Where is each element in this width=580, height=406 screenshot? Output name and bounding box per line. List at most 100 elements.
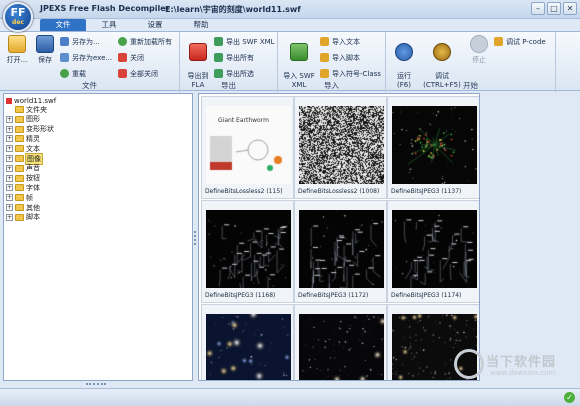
close-file-button[interactable]: 关闭 — [118, 52, 144, 63]
expand-icon[interactable]: + — [6, 204, 13, 211]
save-as-exe-label: 另存为exe... — [72, 53, 112, 63]
app-logo[interactable]: FF dec — [3, 2, 33, 32]
import-script-icon — [320, 53, 329, 62]
minimize-button[interactable]: – — [531, 2, 545, 15]
tree-item[interactable]: + 变形形状 — [6, 125, 54, 134]
vertical-splitter[interactable] — [193, 93, 197, 381]
folder-icon — [15, 165, 24, 172]
thumbnail-image — [299, 106, 384, 184]
tree-item[interactable]: + 帧 — [6, 193, 33, 202]
tree-item[interactable]: + 图像 — [6, 154, 42, 163]
maximize-icon: □ — [550, 4, 558, 13]
expand-icon[interactable]: + — [6, 126, 13, 133]
tree-item[interactable]: + 按钮 — [6, 174, 40, 183]
tree-item[interactable]: + 声音 — [6, 164, 40, 173]
resource-tree[interactable]: world11.swf +文件夹+图形+变形形状+精灵+文本+图像+声音+按钮+… — [3, 93, 193, 381]
thumbnail-cell[interactable]: DefineBitsJPEG3 (1137) — [387, 96, 480, 199]
reload-all-button[interactable]: 重新加载所有 — [118, 36, 172, 47]
open-button[interactable]: 打开... — [4, 35, 30, 65]
tree-item[interactable]: + 图形 — [6, 115, 40, 124]
tree-item-label: 按钮 — [26, 173, 40, 183]
tree-item-label: 字体 — [26, 183, 40, 193]
horizontal-splitter-grip[interactable] — [86, 383, 106, 385]
close-all-button[interactable]: 全部关闭 — [118, 68, 158, 79]
reload-all-label: 重新加载所有 — [130, 37, 172, 47]
maximize-button[interactable]: □ — [547, 2, 561, 15]
export-selected-label: 导出所选 — [226, 69, 254, 79]
export-all-icon — [214, 53, 223, 62]
tree-item-label: 文件夹 — [26, 105, 47, 115]
save-button[interactable]: 保存 — [34, 35, 56, 65]
reload-all-icon — [118, 37, 127, 46]
import-script-button[interactable]: 导入脚本 — [320, 52, 360, 63]
debug-pcode-icon — [494, 37, 503, 46]
expand-icon[interactable]: + — [6, 214, 13, 221]
tree-item[interactable]: + 字体 — [6, 183, 40, 192]
save-as-icon — [60, 37, 69, 46]
expand-icon[interactable]: + — [6, 184, 13, 191]
thumbnail-cell[interactable]: DefineBitsLossless2 (1008) — [294, 96, 387, 199]
tab-file[interactable]: 文件 — [40, 19, 86, 31]
thumbnail-cell[interactable]: Giant Earthworm DefineBitsLossless2 (115) — [201, 96, 294, 199]
save-as-label: 另存为... — [72, 37, 100, 47]
thumbnail-cell[interactable] — [201, 304, 294, 381]
reload-icon — [60, 69, 69, 78]
expand-icon[interactable]: + — [6, 116, 13, 123]
folder-icon — [15, 145, 24, 152]
swf-file-icon — [6, 98, 12, 104]
expand-icon[interactable]: + — [6, 155, 13, 162]
save-as-button[interactable]: 另存为... — [60, 36, 100, 47]
tab-settings[interactable]: 设置 — [132, 19, 178, 31]
thumbnail-caption: DefineBitsJPEG3 (1174) — [391, 292, 461, 299]
expand-icon[interactable]: + — [6, 194, 13, 201]
import-symbol-class-label: 导入符号-Class — [332, 69, 381, 79]
expand-icon[interactable]: + — [6, 175, 13, 182]
tree-item[interactable]: + 其他 — [6, 203, 40, 212]
play-icon — [395, 43, 413, 61]
thumbnail-cell[interactable]: DefineBitsJPEG3 (1172) — [294, 200, 387, 303]
status-bar: ✓ — [0, 388, 580, 406]
thumbnail-cell[interactable] — [294, 304, 387, 381]
close-button[interactable]: ✕ — [563, 2, 577, 15]
tree-item[interactable]: + 文本 — [6, 144, 40, 153]
close-all-icon — [118, 69, 127, 78]
thumbnail-image — [299, 314, 384, 381]
tab-tools[interactable]: 工具 — [86, 19, 132, 31]
reload-button[interactable]: 重载 — [60, 68, 86, 79]
tree-item[interactable]: +文件夹 — [6, 105, 47, 114]
import-xml-icon — [290, 43, 308, 61]
import-symbol-icon — [320, 69, 329, 78]
thumbnail-caption: DefineBitsJPEG3 (1172) — [298, 292, 368, 299]
exe-icon — [60, 53, 69, 62]
expand-icon[interactable]: + — [6, 145, 13, 152]
save-as-exe-button[interactable]: 另存为exe... — [60, 52, 112, 63]
thumbnail-cell[interactable]: DefineBitsJPEG3 (1174) — [387, 200, 480, 303]
tab-help[interactable]: 帮助 — [178, 19, 224, 31]
image-grid[interactable]: Giant Earthworm DefineBitsLossless2 (115)… — [198, 93, 480, 381]
export-swf-xml-label: 导出 SWF XML — [226, 37, 275, 47]
thumbnail-image — [206, 210, 291, 288]
ribbon-group-file: 打开... 保存 另存为... 另存为exe... 重载 重新加载所有 关闭 全… — [0, 32, 180, 92]
tree-item-label: 图像 — [26, 154, 42, 164]
tree-item-label: 文本 — [26, 144, 40, 154]
thumbnail-caption: DefineBitsLossless2 (115) — [205, 188, 282, 195]
export-all-button[interactable]: 导出所有 — [214, 52, 254, 63]
fla-icon — [189, 43, 207, 61]
tree-item-label: 变形形状 — [26, 124, 54, 134]
expand-icon[interactable]: + — [6, 135, 13, 142]
expand-icon[interactable]: + — [6, 165, 13, 172]
stop-button[interactable]: 停止 — [468, 35, 490, 65]
import-text-button[interactable]: 导入文本 — [320, 36, 360, 47]
group-label-import: 导入 — [278, 80, 385, 91]
close-file-label: 关闭 — [130, 53, 144, 63]
watermark: 当下软件园 www.downxia.com — [454, 347, 572, 387]
debug-pcode-button[interactable]: 调试 P-code — [494, 36, 546, 47]
export-selected-button[interactable]: 导出所选 — [214, 68, 254, 79]
group-label-export: 导出 — [180, 80, 277, 91]
export-swf-xml-button[interactable]: 导出 SWF XML — [214, 36, 275, 47]
save-label: 保存 — [38, 56, 52, 64]
import-symbol-class-button[interactable]: 导入符号-Class — [320, 68, 381, 79]
tree-item[interactable]: + 脚本 — [6, 213, 40, 222]
tree-item[interactable]: + 精灵 — [6, 134, 40, 143]
thumbnail-cell[interactable]: DefineBitsJPEG3 (1168) — [201, 200, 294, 303]
